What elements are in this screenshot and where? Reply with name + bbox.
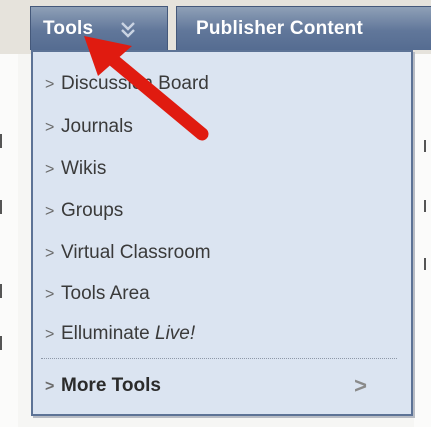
caret-right-icon: > [45, 76, 55, 93]
menu-item-elluminate-live[interactable]: > Elluminate Live! [45, 314, 395, 354]
caret-right-icon: > [45, 119, 55, 136]
menu-item-label: Wikis [61, 158, 107, 179]
menu-item-label: Groups [61, 200, 124, 221]
menu-item-label: Elluminate [61, 323, 155, 344]
background-content-left [0, 54, 18, 427]
caret-right-icon: > [45, 326, 55, 343]
caret-right-icon: > [45, 286, 55, 303]
background-fragment [424, 140, 431, 152]
submenu-arrow-icon: > [354, 373, 367, 398]
menu-item-label: Virtual Classroom [61, 242, 211, 263]
page: Tools Publisher Content > Discussion Boar… [0, 0, 431, 427]
background-fragment [424, 200, 431, 212]
menu-item-live-label: Live! [155, 323, 196, 344]
menu-item-wikis[interactable]: > Wikis [45, 149, 395, 189]
background-content-right [414, 54, 431, 427]
tab-publisher-label: Publisher Content [196, 18, 364, 39]
caret-right-icon: > [45, 161, 55, 178]
menu-item-groups[interactable]: > Groups [45, 191, 395, 231]
background-fragment [0, 134, 10, 148]
menu-item-virtual-classroom[interactable]: > Virtual Classroom [45, 233, 395, 273]
red-arrow-icon [84, 36, 209, 141]
caret-right-icon: > [45, 378, 55, 395]
caret-right-icon: > [45, 245, 55, 262]
background-fragment [0, 336, 10, 350]
background-fragment [0, 200, 10, 214]
caret-right-icon: > [45, 203, 55, 220]
menu-separator [41, 358, 397, 359]
menu-item-label: More Tools [61, 375, 161, 396]
background-fragment [424, 258, 431, 270]
menu-item-more-tools[interactable]: > More Tools > [45, 366, 395, 406]
menu-item-label: Tools Area [61, 283, 150, 304]
background-fragment [0, 284, 10, 298]
menu-item-tools-area[interactable]: > Tools Area [45, 274, 395, 314]
